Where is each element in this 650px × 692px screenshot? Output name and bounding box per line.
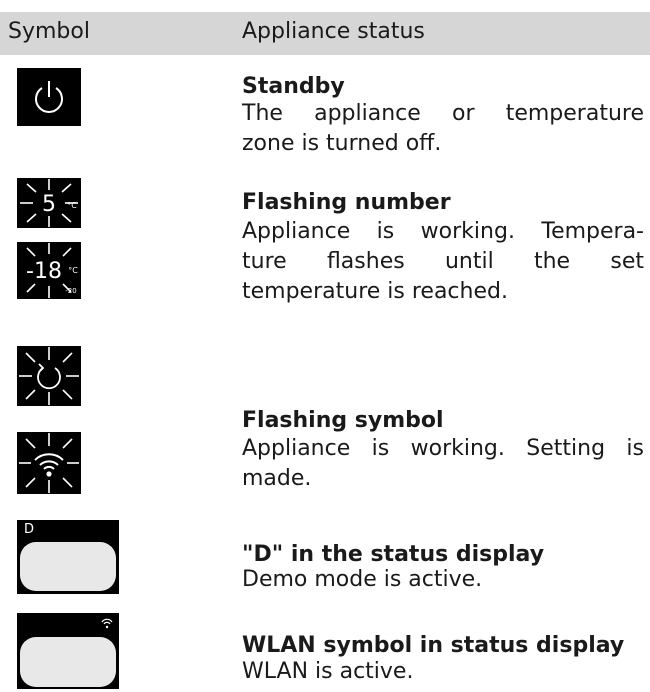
table-header: Symbol Appliance status bbox=[0, 12, 650, 55]
appliance-status-table: Symbol Appliance status Standby The appl… bbox=[0, 0, 650, 692]
desc-line: ture flashes until the set bbox=[242, 249, 644, 274]
row-title-flashing-symbol: Flashing symbol bbox=[242, 408, 444, 433]
flashing-number-minus-18: -18 bbox=[26, 259, 62, 284]
desc-line: zone is turned off. bbox=[242, 131, 442, 156]
row-desc-standby: The appliance or temperature zone is tur… bbox=[242, 99, 644, 159]
demo-status-display-icon: D bbox=[17, 520, 119, 594]
flashing-5-celsius-icon: 5 °C bbox=[17, 178, 81, 228]
row-title-demo-mode: "D" in the status display bbox=[242, 542, 545, 567]
header-symbol: Symbol bbox=[8, 19, 90, 44]
power-icon bbox=[17, 68, 81, 126]
desc-line: The appliance or temperature bbox=[242, 101, 644, 126]
celsius-unit: °C bbox=[68, 266, 78, 275]
desc-line: Appliance is working. Setting is bbox=[242, 436, 644, 461]
desc-line: made. bbox=[242, 466, 312, 491]
header-appliance-status: Appliance status bbox=[242, 19, 425, 44]
desc-line: temperature is reached. bbox=[242, 279, 508, 304]
row-desc-flashing-symbol: Appliance is working. Setting is made. bbox=[242, 434, 644, 494]
row-desc-flashing-number: Appliance is working. Tempera- ture flas… bbox=[242, 217, 644, 307]
desc-line: Demo mode is active. bbox=[242, 567, 483, 592]
desc-line: Appliance is working. Tempera- bbox=[242, 219, 644, 244]
flashing-wifi-icon bbox=[17, 432, 81, 494]
flashing-refresh-icon bbox=[17, 346, 81, 406]
flashing-minus-18-celsius-icon: -18 °C -20 bbox=[17, 242, 81, 299]
row-desc-wlan: WLAN is active. bbox=[242, 657, 644, 687]
wlan-status-display-icon bbox=[17, 613, 119, 689]
row-title-standby: Standby bbox=[242, 74, 345, 99]
desc-line: WLAN is active. bbox=[242, 659, 414, 684]
celsius-unit: °C bbox=[67, 201, 77, 210]
row-title-flashing-number: Flashing number bbox=[242, 190, 451, 215]
row-title-wlan: WLAN symbol in status display bbox=[242, 633, 625, 658]
flashing-number-five: 5 bbox=[42, 192, 56, 217]
secondary-temperature: -20 bbox=[65, 287, 76, 295]
row-desc-demo-mode: Demo mode is active. bbox=[242, 565, 644, 595]
